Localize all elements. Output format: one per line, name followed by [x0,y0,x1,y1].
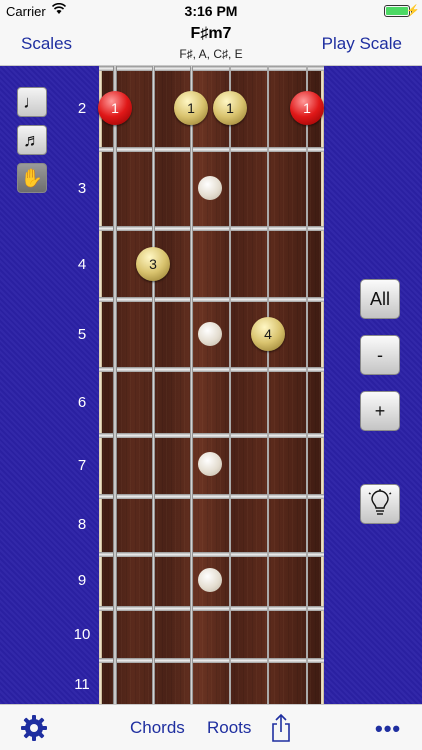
fret-wire [99,297,324,302]
fret-number: 7 [77,457,87,474]
fret-inlay [198,322,222,346]
fret-wire [99,226,324,231]
share-icon[interactable] [270,713,292,743]
fretboard-area: ♩ ♬ ✋ 2 3 4 5 6 7 8 9 10 11 1 1 1 1 3 4 … [0,66,422,704]
fret-number: 4 [77,256,87,273]
bottom-toolbar: Chords Roots ••• [0,704,422,750]
fret-number: 6 [77,394,87,411]
fret-number: 11 [74,676,90,693]
hand-button[interactable]: ✋ [17,163,47,193]
note-marker[interactable]: 1 [213,91,247,125]
fret-wire [99,433,324,438]
settings-gear-icon[interactable] [20,714,48,742]
more-button[interactable]: ••• [375,716,401,742]
show-all-button[interactable]: All [360,279,400,319]
fret-number: 9 [77,572,87,589]
fret-number: 8 [77,516,87,533]
fret-wire [99,147,324,152]
play-scale-button[interactable]: Play Scale [322,34,402,54]
note-marker[interactable]: 1 [174,91,208,125]
fret-wire [99,494,324,499]
fret-number: 3 [77,180,87,197]
fret-inlay [198,176,222,200]
fret-number: 10 [73,626,91,643]
zoom-in-button[interactable]: + [360,391,400,431]
fret-inlay [198,568,222,592]
lightbulb-icon [368,489,392,515]
roots-button[interactable]: Roots [207,718,251,738]
plus-label: + [374,400,386,421]
note-marker[interactable]: 4 [251,317,285,351]
single-note-icon: ♩ [23,91,41,112]
string-4 [190,66,193,704]
fret-wire [99,658,324,663]
chords-button[interactable]: Chords [130,718,185,738]
string-2 [267,66,269,704]
note-marker[interactable]: 1 [98,91,132,125]
fret-number: 5 [77,326,87,343]
navigation-bar: Scales F♯m7 F♯, A, C♯, E Play Scale [0,22,422,66]
single-note-button[interactable]: ♩ [17,87,47,117]
fret-number: 2 [77,100,87,117]
note-marker[interactable]: 1 [290,91,324,125]
charging-icon: ⚡ [406,5,420,17]
status-time: 3:16 PM [184,3,238,19]
nut [99,66,324,71]
minus-label: - [377,344,383,365]
zoom-out-button[interactable]: - [360,335,400,375]
double-note-button[interactable]: ♬ [17,125,47,155]
string-6 [113,66,117,704]
hand-icon: ✋ [20,167,44,188]
status-bar: Carrier 3:16 PM ⚡ [0,0,422,22]
fret-wire [99,367,324,372]
fret-inlay [198,452,222,476]
show-all-label: All [369,288,390,309]
fret-wire [99,552,324,557]
hint-button[interactable] [360,484,400,524]
string-1 [306,66,308,704]
string-3 [229,66,231,704]
fret-wire [99,606,324,611]
note-marker[interactable]: 3 [136,247,170,281]
double-note-icon: ♬ [23,129,41,150]
string-5 [152,66,155,704]
